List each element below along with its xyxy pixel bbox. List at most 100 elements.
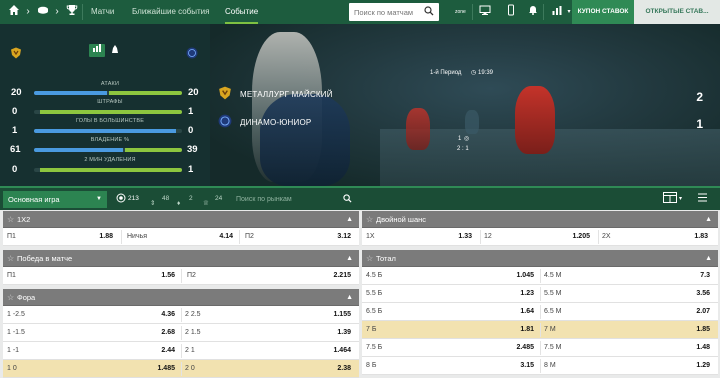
odds-value[interactable]: 3.56 xyxy=(680,285,710,303)
match-search[interactable] xyxy=(349,3,439,21)
odds-value[interactable]: 2.215 xyxy=(321,267,351,285)
market-header-1x2[interactable]: ☆ 1X2 ▲ xyxy=(3,211,359,228)
outcome-label[interactable]: 4.5 Б xyxy=(366,267,382,285)
odds-value[interactable]: 2.07 xyxy=(680,303,710,321)
odds-value[interactable]: 1.464 xyxy=(321,342,351,360)
market-group-select[interactable]: Основная игра ▼ xyxy=(3,191,107,208)
odds-row: 1 0 1.485 2 0 2.38 xyxy=(3,360,359,378)
odds-value[interactable]: 1.81 xyxy=(504,321,534,339)
outcome-label[interactable]: П1 xyxy=(7,267,16,285)
odds-value[interactable]: 4.14 xyxy=(203,228,233,246)
stats-view-toggle[interactable] xyxy=(89,44,105,57)
zoom-label[interactable]: zone xyxy=(455,0,466,24)
filter-all-markets[interactable]: 213 xyxy=(116,188,139,210)
star-icon[interactable]: ☆ xyxy=(366,211,373,228)
outcome-label[interactable]: 12 xyxy=(484,228,492,246)
outcome-label[interactable]: 6.5 М xyxy=(544,303,562,321)
filter-team-markets[interactable]: ♕ 24 xyxy=(203,188,222,210)
odds-value[interactable]: 2.44 xyxy=(145,342,175,360)
tab-matches[interactable]: Матчи xyxy=(91,0,114,24)
layout-toggle-icon[interactable] xyxy=(663,192,677,206)
search-icon[interactable] xyxy=(343,194,352,203)
monitor-icon[interactable] xyxy=(477,4,493,20)
odds-value[interactable]: 2.38 xyxy=(321,360,351,378)
outcome-label[interactable]: 7.5 М xyxy=(544,339,562,357)
outcome-label[interactable]: 4.5 М xyxy=(544,267,562,285)
odds-value[interactable]: 1.56 xyxy=(145,267,175,285)
outcome-label[interactable]: П1 xyxy=(7,228,16,246)
odds-value[interactable]: 1.48 xyxy=(680,339,710,357)
market-header-match-winner[interactable]: ☆ Победа в матче ▲ xyxy=(3,250,359,267)
odds-value[interactable]: 1.88 xyxy=(83,228,113,246)
tab-bet-slip[interactable]: КУПОН СТАВОК xyxy=(572,0,634,24)
outcome-label[interactable]: 5.5 М xyxy=(544,285,562,303)
filter-special-markets[interactable]: ♦2 xyxy=(177,188,193,210)
tab-open-bets[interactable]: ОТКРЫТЫЕ СТАВ... xyxy=(634,0,720,24)
outcome-label[interactable]: Ничья xyxy=(127,228,147,246)
field-view-toggle[interactable] xyxy=(107,44,123,57)
search-icon[interactable] xyxy=(424,6,434,16)
outcome-label[interactable]: 6.5 Б xyxy=(366,303,382,321)
outcome-label[interactable]: 1 -1.5 xyxy=(7,324,25,342)
odds-value[interactable]: 1.64 xyxy=(504,303,534,321)
tab-event[interactable]: Событие xyxy=(225,0,259,24)
outcome-label[interactable]: 7.5 Б xyxy=(366,339,382,357)
chevron-up-icon[interactable]: ▲ xyxy=(346,289,353,306)
odds-value[interactable]: 1.485 xyxy=(145,360,175,378)
odds-value[interactable]: 1.39 xyxy=(321,324,351,342)
star-icon[interactable]: ☆ xyxy=(7,211,14,228)
star-icon[interactable]: ☆ xyxy=(7,250,14,267)
odds-value[interactable]: 4.36 xyxy=(145,306,175,324)
market-search-input[interactable] xyxy=(232,190,332,208)
chevron-up-icon[interactable]: ▲ xyxy=(346,250,353,267)
outcome-label[interactable]: 2X xyxy=(602,228,611,246)
odds-value[interactable]: 2.485 xyxy=(504,339,534,357)
outcome-label[interactable]: 5.5 Б xyxy=(366,285,382,303)
tab-upcoming-events[interactable]: Ближайшие события xyxy=(132,0,209,24)
odds-value[interactable]: 3.15 xyxy=(504,357,534,375)
star-icon[interactable]: ☆ xyxy=(7,289,14,306)
outcome-label[interactable]: 1X xyxy=(366,228,375,246)
outcome-label[interactable]: П2 xyxy=(245,228,254,246)
outcome-label[interactable]: 8 М xyxy=(544,357,556,375)
star-icon[interactable]: ☆ xyxy=(366,250,373,267)
market-header-handicap[interactable]: ☆ Фора ▲ xyxy=(3,289,359,306)
outcome-label[interactable]: 1 -1 xyxy=(7,342,19,360)
odds-value[interactable]: 3.12 xyxy=(321,228,351,246)
outcome-label[interactable]: 2 1.5 xyxy=(185,324,201,342)
odds-value[interactable]: 1.205 xyxy=(560,228,590,246)
odds-value[interactable]: 1.85 xyxy=(680,321,710,339)
chevron-up-icon[interactable]: ▲ xyxy=(346,211,353,228)
market-title: Тотал xyxy=(376,254,396,263)
collapse-all-icon[interactable] xyxy=(697,192,708,206)
bell-icon[interactable] xyxy=(525,4,541,20)
odds-value[interactable]: 1.23 xyxy=(504,285,534,303)
market-search[interactable] xyxy=(232,190,356,208)
odds-value[interactable]: 1.29 xyxy=(680,357,710,375)
odds-value[interactable]: 2.68 xyxy=(145,324,175,342)
chevron-up-icon[interactable]: ▲ xyxy=(705,211,712,228)
trophy-icon[interactable] xyxy=(64,4,80,20)
odds-value[interactable]: 1.045 xyxy=(504,267,534,285)
away-team-name: ДИНАМО-ЮНИОР xyxy=(240,118,312,127)
outcome-label[interactable]: 2 2.5 xyxy=(185,306,201,324)
mobile-icon[interactable] xyxy=(503,4,519,20)
outcome-label[interactable]: П2 xyxy=(187,267,196,285)
market-header-total[interactable]: ☆ Тотал ▲ xyxy=(362,250,718,267)
odds-value[interactable]: 7.3 xyxy=(680,267,710,285)
match-search-input[interactable] xyxy=(349,3,421,21)
odds-value[interactable]: 1.83 xyxy=(678,228,708,246)
outcome-label[interactable]: 2 0 xyxy=(185,360,195,378)
filter-handicap-markets[interactable]: ⇕ 48 xyxy=(150,188,169,210)
chevron-up-icon[interactable]: ▲ xyxy=(705,250,712,267)
outcome-label[interactable]: 1 -2.5 xyxy=(7,306,25,324)
outcome-label[interactable]: 2 1 xyxy=(185,342,195,360)
outcome-label[interactable]: 8 Б xyxy=(366,357,376,375)
chevron-down-icon[interactable]: ▾ xyxy=(679,192,682,206)
outcome-label[interactable]: 7 М xyxy=(544,321,556,339)
market-header-double-chance[interactable]: ☆ Двойной шанс ▲ xyxy=(362,211,718,228)
odds-value[interactable]: 1.33 xyxy=(442,228,472,246)
odds-value[interactable]: 1.155 xyxy=(321,306,351,324)
outcome-label[interactable]: 1 0 xyxy=(7,360,17,378)
outcome-label[interactable]: 7 Б xyxy=(366,321,376,339)
